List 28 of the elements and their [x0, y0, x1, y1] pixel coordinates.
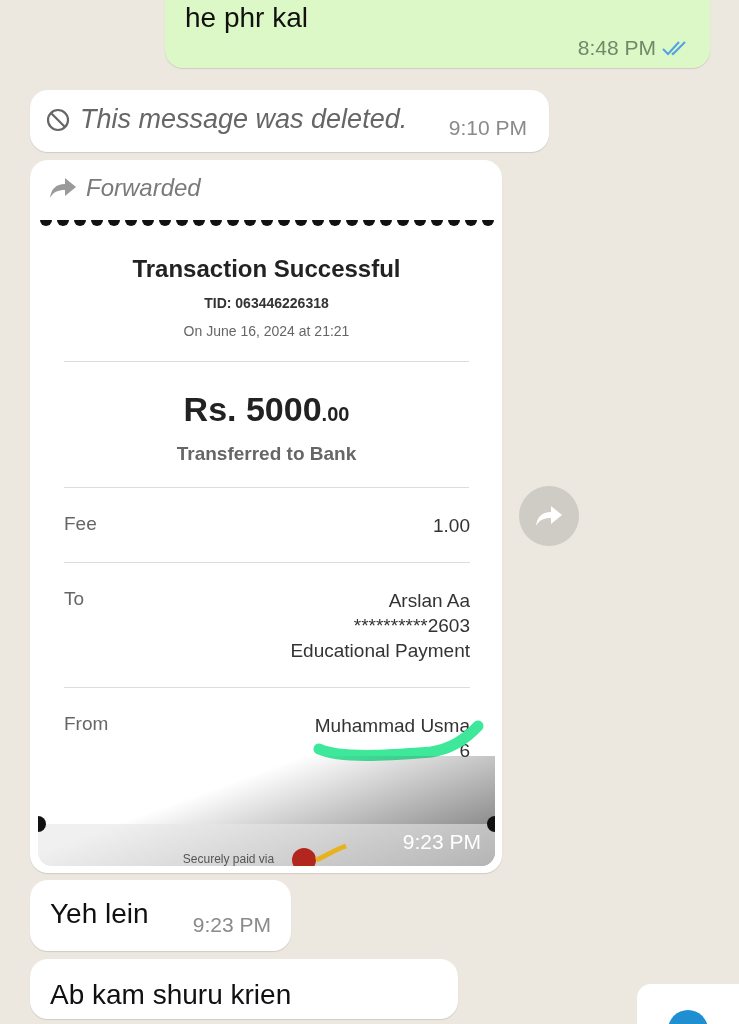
transaction-id: TID: 063446226318 — [204, 294, 329, 311]
scroll-down-button[interactable] — [637, 984, 739, 1024]
message-time: 9:23 PM — [192, 913, 271, 937]
forward-arrow-icon — [50, 177, 76, 198]
detail-label: Fee — [64, 512, 97, 536]
detail-label: To — [64, 587, 85, 611]
detail-value: 1.00 — [433, 513, 470, 538]
message-text: Ab kam shuru krien — [50, 979, 292, 1010]
blocked-icon — [46, 107, 70, 132]
receipt-title: Transaction Successful — [132, 254, 401, 283]
detail-value: Muhammad Usma — [314, 713, 470, 738]
forward-arrow-icon — [536, 505, 562, 528]
deleted-message-text: This message was deleted. — [80, 104, 408, 135]
forwarded-label: Forwarded — [86, 173, 201, 202]
transaction-date: On June 16, 2024 at 21:21 — [183, 322, 350, 339]
message-time: 9:23 PM — [402, 829, 481, 854]
amount-text: Rs. 5000.00 — [183, 389, 350, 429]
transfer-type: Transferred to Bank — [176, 442, 357, 465]
detail-label: From — [64, 712, 109, 736]
message-time: 8:48 PM — [577, 36, 656, 60]
detail-value: 6 — [459, 738, 470, 763]
message-time: 9:10 PM — [448, 115, 527, 140]
message-text: Yeh lein — [50, 896, 149, 931]
detail-value: Arslan Aa — [388, 588, 470, 613]
detail-value: **********2603 — [353, 613, 470, 638]
footer-text: Securely paid via — [182, 851, 275, 866]
detail-value: Educational Payment — [290, 638, 470, 663]
message-text: he phr kal — [185, 1, 309, 35]
